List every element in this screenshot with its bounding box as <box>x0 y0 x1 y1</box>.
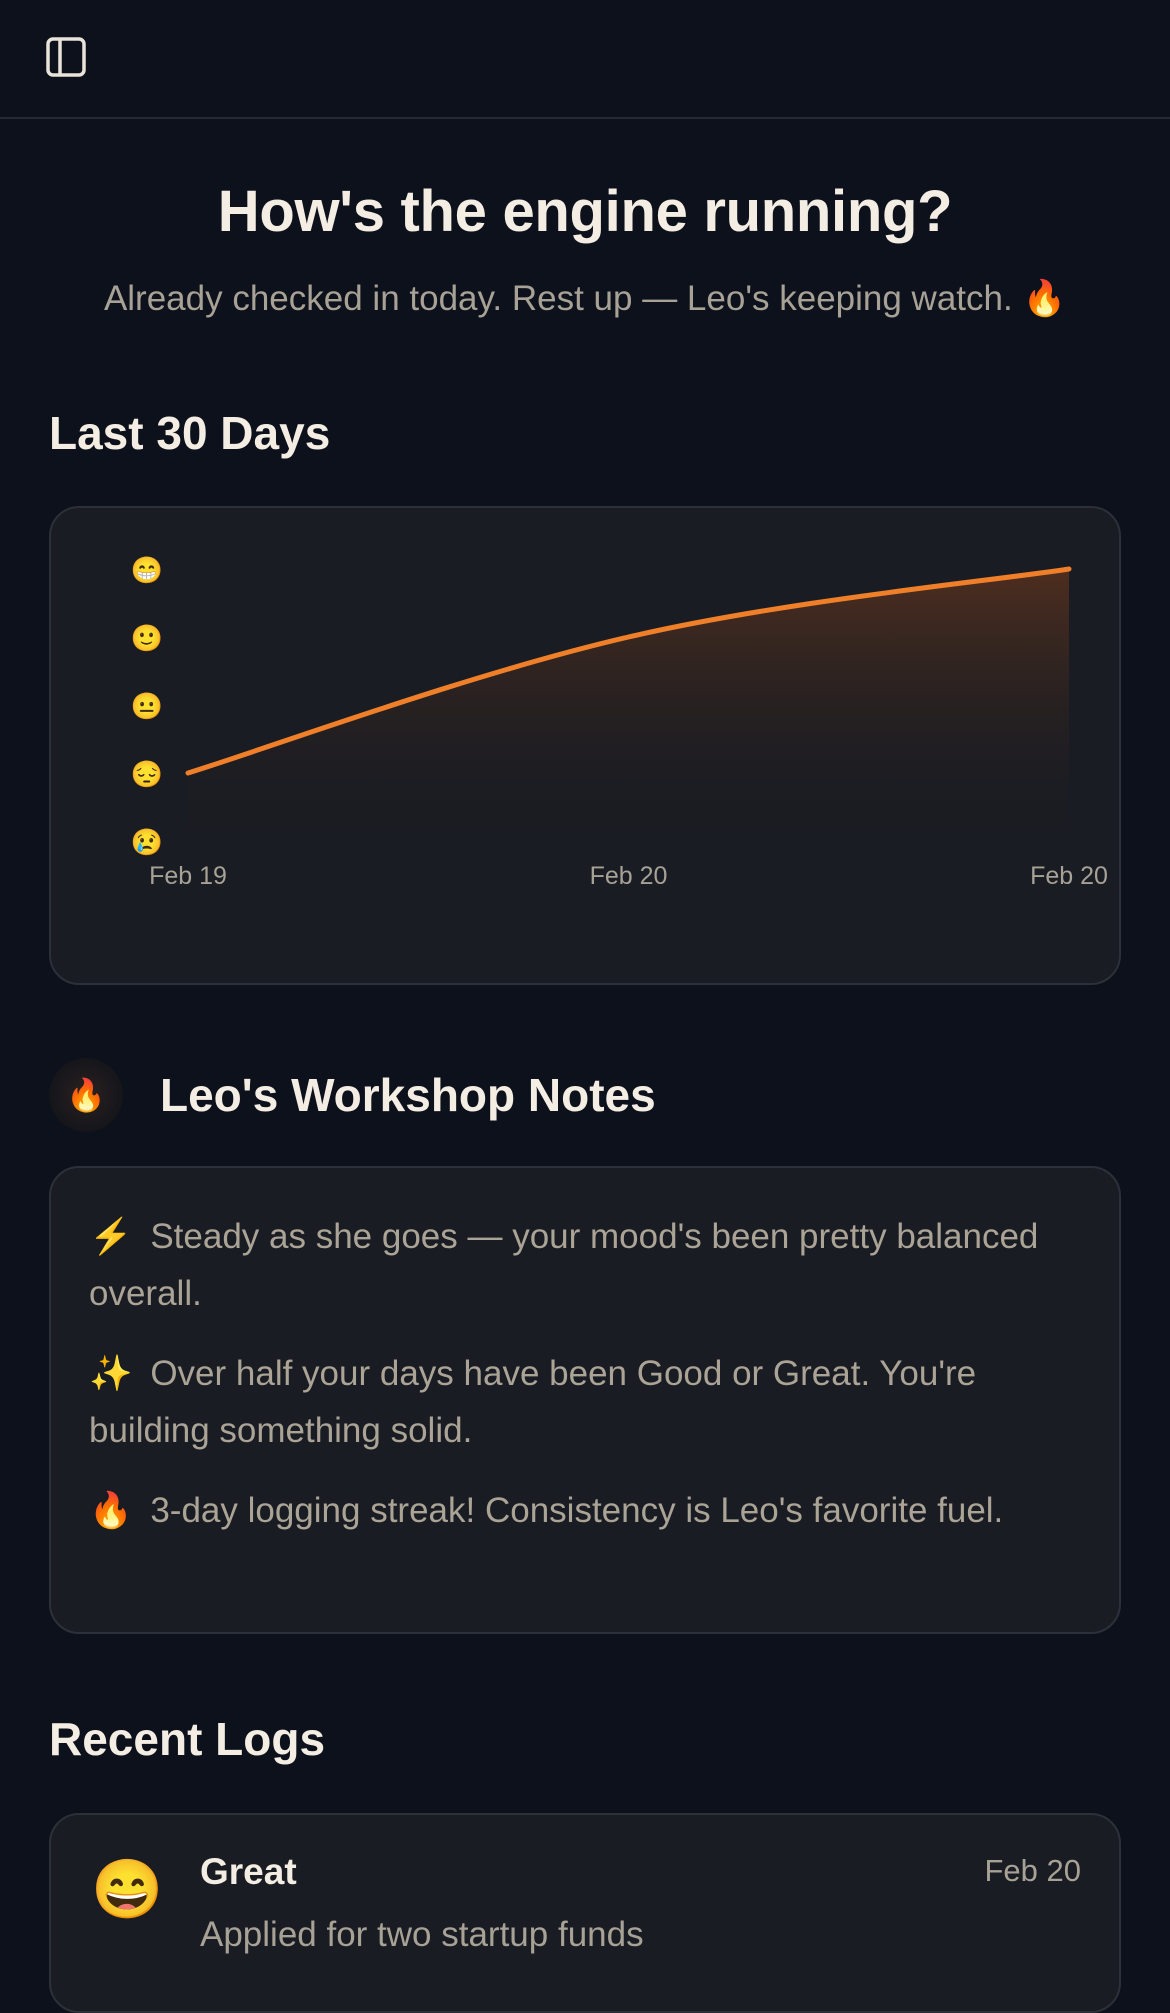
lightning-icon: ⚡ <box>89 1217 133 1256</box>
chart-section-title: Last 30 Days <box>49 407 331 459</box>
log-entry[interactable]: 😄 Great Feb 20 Applied for two startup f… <box>49 1813 1121 2013</box>
y-tick-label: 😐 <box>131 691 163 721</box>
y-tick-label: 😢 <box>131 827 163 857</box>
notes-card: ⚡ Steady as she goes — your mood's been … <box>49 1166 1121 1634</box>
mood-chart-card: 😁 🙂 😐 😔 😢 Feb 19 Feb 20 Feb 20 <box>49 506 1121 985</box>
x-tick-label: Feb 19 <box>149 862 227 890</box>
chart-area-fill <box>188 569 1069 841</box>
log-mood: Great <box>200 1851 297 1892</box>
y-tick-label: 😁 <box>131 555 163 585</box>
log-date: Feb 20 <box>984 1853 1081 1888</box>
sidebar-toggle-icon <box>46 37 86 77</box>
y-tick-label: 🙂 <box>131 623 163 653</box>
fire-icon: 🔥 <box>89 1491 133 1530</box>
subtitle-text: Already checked in today. Rest up — Leo'… <box>103 279 1013 318</box>
note-item: ✨ Over half your days have been Good or … <box>89 1345 1081 1459</box>
sidebar-toggle-button[interactable] <box>42 33 90 81</box>
top-bar <box>0 0 1170 119</box>
y-tick-label: 😔 <box>131 759 163 789</box>
page-title: How's the engine running? <box>217 179 953 244</box>
sparkles-icon: ✨ <box>89 1354 133 1393</box>
note-text: Over half your days have been Good or Gr… <box>89 1354 977 1450</box>
note-item: ⚡ Steady as she goes — your mood's been … <box>89 1208 1081 1322</box>
note-item: 🔥 3-day logging streak! Consistency is L… <box>89 1482 1081 1539</box>
note-text: Steady as she goes — your mood's been pr… <box>89 1217 1039 1313</box>
page-subtitle: Already checked in today. Rest up — Leo'… <box>0 278 1170 319</box>
grinning-face-icon: 😄 <box>91 1857 164 1922</box>
note-text: 3-day logging streak! Consistency is Leo… <box>150 1491 1004 1530</box>
mood-chart: 😁 🙂 😐 😔 😢 Feb 19 Feb 20 Feb 20 <box>131 555 1108 890</box>
leo-fire-icon: 🔥 <box>49 1058 123 1132</box>
x-tick-label: Feb 20 <box>590 862 668 890</box>
log-note: Applied for two startup funds <box>200 1915 644 1954</box>
notes-header: 🔥 Leo's Workshop Notes <box>49 1058 656 1132</box>
x-tick-label: Feb 20 <box>1030 862 1108 890</box>
notes-title: Leo's Workshop Notes <box>160 1069 656 1121</box>
recent-logs-title: Recent Logs <box>49 1713 326 1765</box>
fire-icon: 🔥 <box>1022 279 1067 318</box>
